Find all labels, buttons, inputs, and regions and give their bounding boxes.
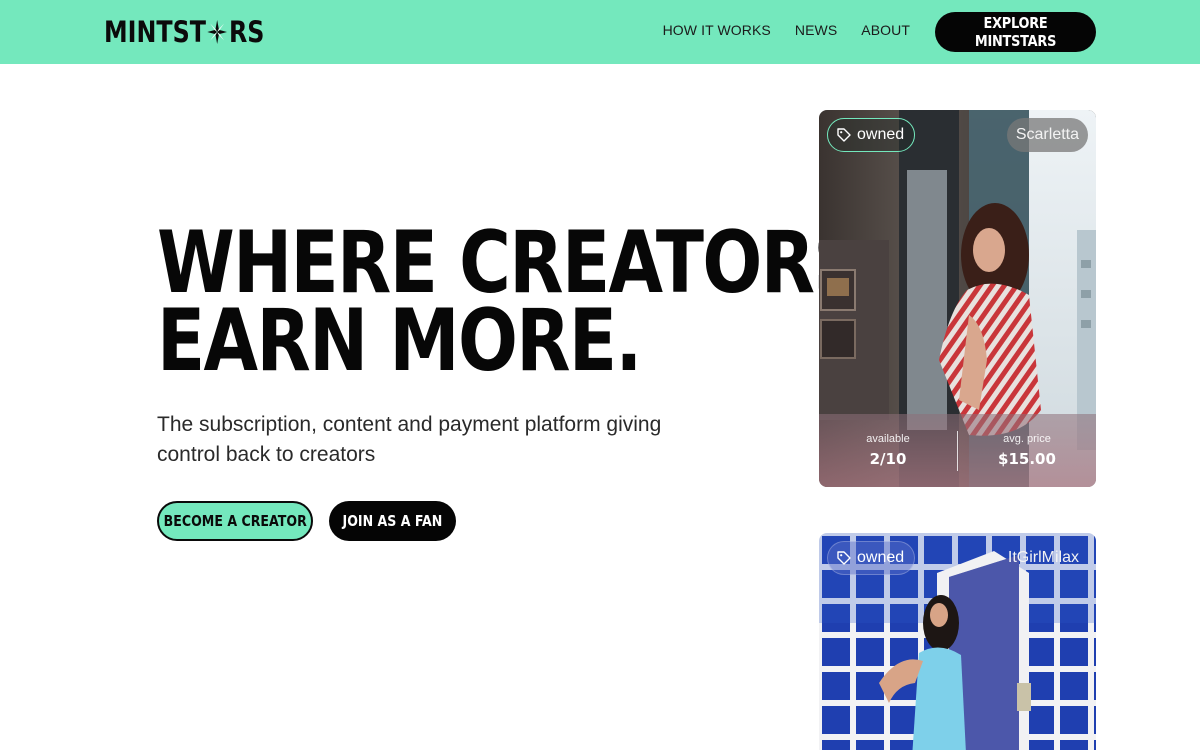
creator-name-badge[interactable]: Scarletta (1006, 118, 1088, 152)
creator-card-itgirlmilax[interactable]: owned ItGirlMilax (819, 533, 1096, 750)
hero-title-line-2: EARN MORE. (157, 291, 642, 391)
logo-text-end: RS (228, 15, 265, 49)
become-creator-button[interactable]: BECOME A CREATOR (157, 501, 313, 541)
star-icon (207, 20, 228, 44)
become-creator-label: BECOME A CREATOR (163, 512, 307, 530)
mintstars-logo[interactable]: MINTST RS (104, 14, 264, 50)
available-value: 2/10 (869, 450, 907, 468)
hero-title: WHERE CREATORS EARN MORE. (157, 220, 864, 391)
tag-icon (837, 128, 851, 142)
available-label: available (866, 433, 910, 445)
card-stats: available 2/10 avg. price $15.00 (819, 414, 1096, 487)
nav-how-it-works[interactable]: HOW IT WORKS (663, 22, 771, 38)
join-as-fan-button[interactable]: JOIN AS A FAN (329, 501, 456, 541)
logo-text-start: MINTST (104, 15, 206, 49)
owned-badge: owned (827, 541, 916, 575)
explore-button-label: EXPLORE MINTSTARS (974, 14, 1057, 50)
owned-badge-label: owned (857, 549, 905, 566)
available-stat: available 2/10 (819, 433, 957, 468)
creator-name-badge[interactable]: ItGirlMilax (999, 541, 1088, 575)
avg-price-value: $15.00 (998, 450, 1056, 468)
owned-badge: owned (827, 118, 916, 152)
owned-badge-label: owned (857, 126, 905, 143)
hero-subtitle: The subscription, content and payment pl… (157, 413, 662, 466)
join-as-fan-label: JOIN AS A FAN (342, 512, 443, 530)
nav-news[interactable]: NEWS (795, 22, 837, 38)
nav-about[interactable]: ABOUT (861, 22, 910, 38)
main-nav: HOW IT WORKS NEWS ABOUT (663, 22, 910, 38)
tag-icon (837, 551, 851, 565)
top-navigation-bar: MINTST RS HOW IT WORKS NEWS ABOUT EXPLOR… (0, 0, 1200, 64)
avg-price-stat: avg. price $15.00 (958, 433, 1096, 468)
avg-price-label: avg. price (1003, 433, 1051, 445)
explore-mintstars-button[interactable]: EXPLORE MINTSTARS (935, 12, 1096, 52)
creator-card-scarletta[interactable]: owned Scarletta available 2/10 avg. pric… (819, 110, 1096, 487)
